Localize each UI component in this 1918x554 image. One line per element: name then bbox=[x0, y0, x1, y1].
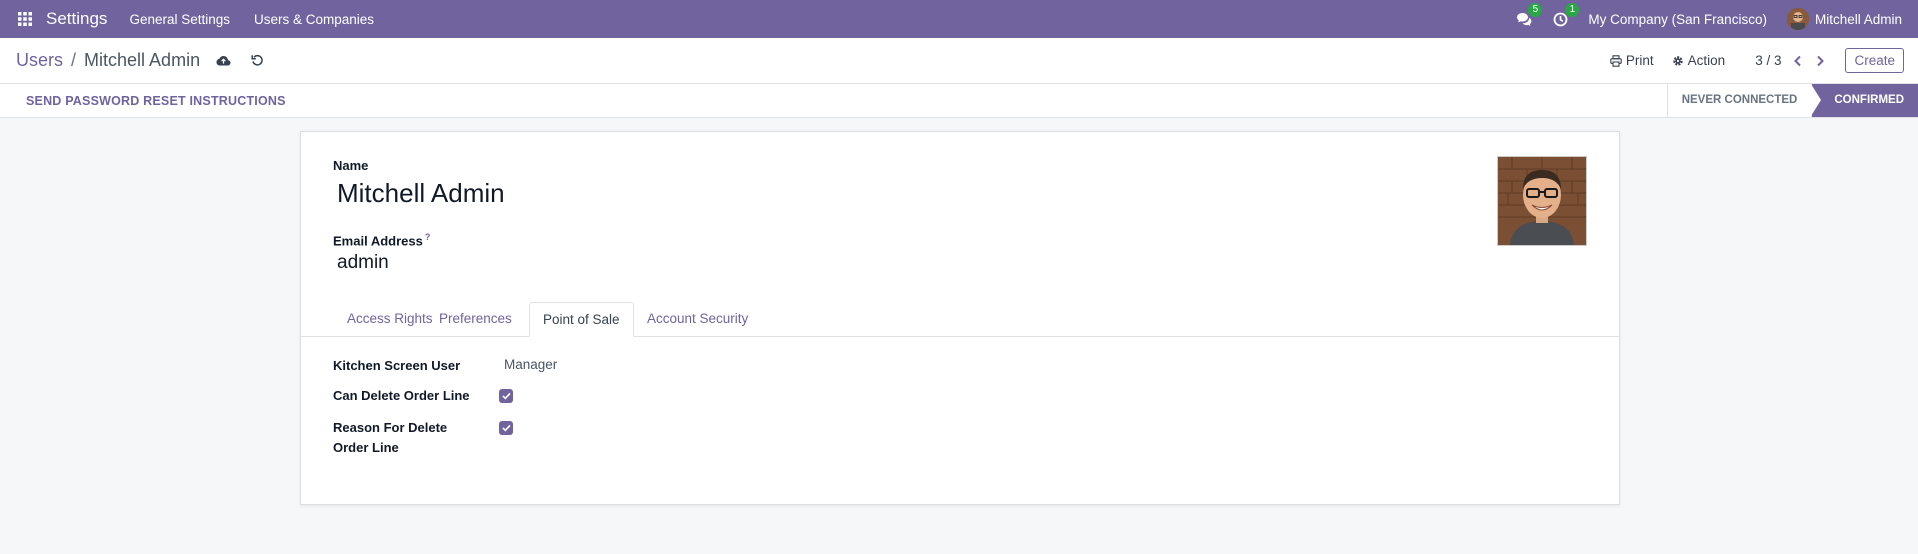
checkmark-icon bbox=[501, 392, 511, 400]
name-field[interactable]: Mitchell Admin bbox=[337, 178, 505, 209]
breadcrumb-users[interactable]: Users bbox=[16, 50, 63, 71]
printer-icon bbox=[1610, 54, 1622, 67]
user-photo[interactable] bbox=[1497, 156, 1587, 246]
tab-preferences[interactable]: Preferences bbox=[426, 302, 525, 335]
company-switcher[interactable]: My Company (San Francisco) bbox=[1588, 12, 1767, 27]
pager-previous-icon[interactable] bbox=[1793, 55, 1802, 67]
status-stages: NEVER CONNECTED CONFIRMED bbox=[1666, 84, 1918, 117]
stage-never-connected[interactable]: NEVER CONNECTED bbox=[1666, 84, 1812, 117]
print-button[interactable]: Print bbox=[1610, 53, 1654, 68]
pager-value[interactable]: 3 / 3 bbox=[1755, 53, 1781, 68]
messages-count-badge: 5 bbox=[1528, 2, 1543, 17]
email-field[interactable]: admin bbox=[337, 252, 389, 274]
pager-next-icon[interactable] bbox=[1816, 55, 1825, 67]
tab-account-security[interactable]: Account Security bbox=[634, 302, 761, 335]
activities-button[interactable]: 1 bbox=[1553, 2, 1580, 27]
activities-count-badge: 1 bbox=[1565, 2, 1580, 17]
messages-button[interactable]: 5 bbox=[1516, 2, 1543, 27]
form-sheet: Name Mitchell Admin Email Address? admin bbox=[300, 131, 1620, 505]
checkmark-icon bbox=[501, 424, 511, 432]
user-menu[interactable]: Mitchell Admin bbox=[1786, 8, 1902, 30]
breadcrumb-current: Mitchell Admin bbox=[84, 50, 201, 70]
apps-menu-icon[interactable] bbox=[14, 8, 36, 30]
reason-for-delete-order-line-label: Reason For Delete Order Line bbox=[333, 420, 448, 455]
can-delete-order-line-checkbox[interactable] bbox=[499, 389, 513, 403]
breadcrumb: Users / Mitchell Admin bbox=[16, 50, 200, 71]
action-button[interactable]: Action bbox=[1672, 53, 1726, 68]
action-label: Action bbox=[1687, 53, 1726, 68]
gear-icon bbox=[1672, 55, 1683, 66]
can-delete-order-line-label: Can Delete Order Line bbox=[333, 388, 470, 403]
tab-point-of-sale[interactable]: Point of Sale bbox=[529, 302, 634, 337]
stage-confirmed[interactable]: CONFIRMED bbox=[1811, 84, 1918, 117]
status-bar: SEND PASSWORD RESET INSTRUCTIONS NEVER C… bbox=[0, 84, 1918, 118]
kitchen-screen-user-field[interactable]: Manager bbox=[504, 357, 557, 372]
reason-for-delete-order-line-checkbox[interactable] bbox=[499, 421, 513, 435]
name-label: Name bbox=[333, 158, 369, 173]
create-button[interactable]: Create bbox=[1845, 48, 1904, 73]
kitchen-screen-user-label: Kitchen Screen User bbox=[333, 358, 461, 373]
form-tabs: Access Rights Preferences Point of Sale … bbox=[301, 302, 1619, 337]
user-avatar bbox=[1786, 8, 1809, 30]
user-name: Mitchell Admin bbox=[1814, 11, 1902, 27]
email-help-tooltip[interactable]: ? bbox=[425, 232, 431, 242]
control-panel: Users / Mitchell Admin Print Action 3 / … bbox=[0, 38, 1918, 84]
save-cloud-icon[interactable] bbox=[216, 55, 231, 67]
email-label-text: Email Address bbox=[333, 233, 423, 249]
email-label: Email Address? bbox=[333, 232, 430, 248]
menu-general-settings[interactable]: General Settings bbox=[129, 12, 230, 27]
breadcrumb-separator: / bbox=[71, 50, 77, 70]
print-label: Print bbox=[1625, 53, 1654, 68]
top-navbar: Settings General Settings Users & Compan… bbox=[0, 0, 1918, 38]
discard-icon[interactable] bbox=[251, 54, 264, 67]
app-title[interactable]: Settings bbox=[46, 9, 107, 29]
menu-users-companies[interactable]: Users & Companies bbox=[254, 12, 374, 27]
send-password-reset-button[interactable]: SEND PASSWORD RESET INSTRUCTIONS bbox=[26, 94, 286, 108]
